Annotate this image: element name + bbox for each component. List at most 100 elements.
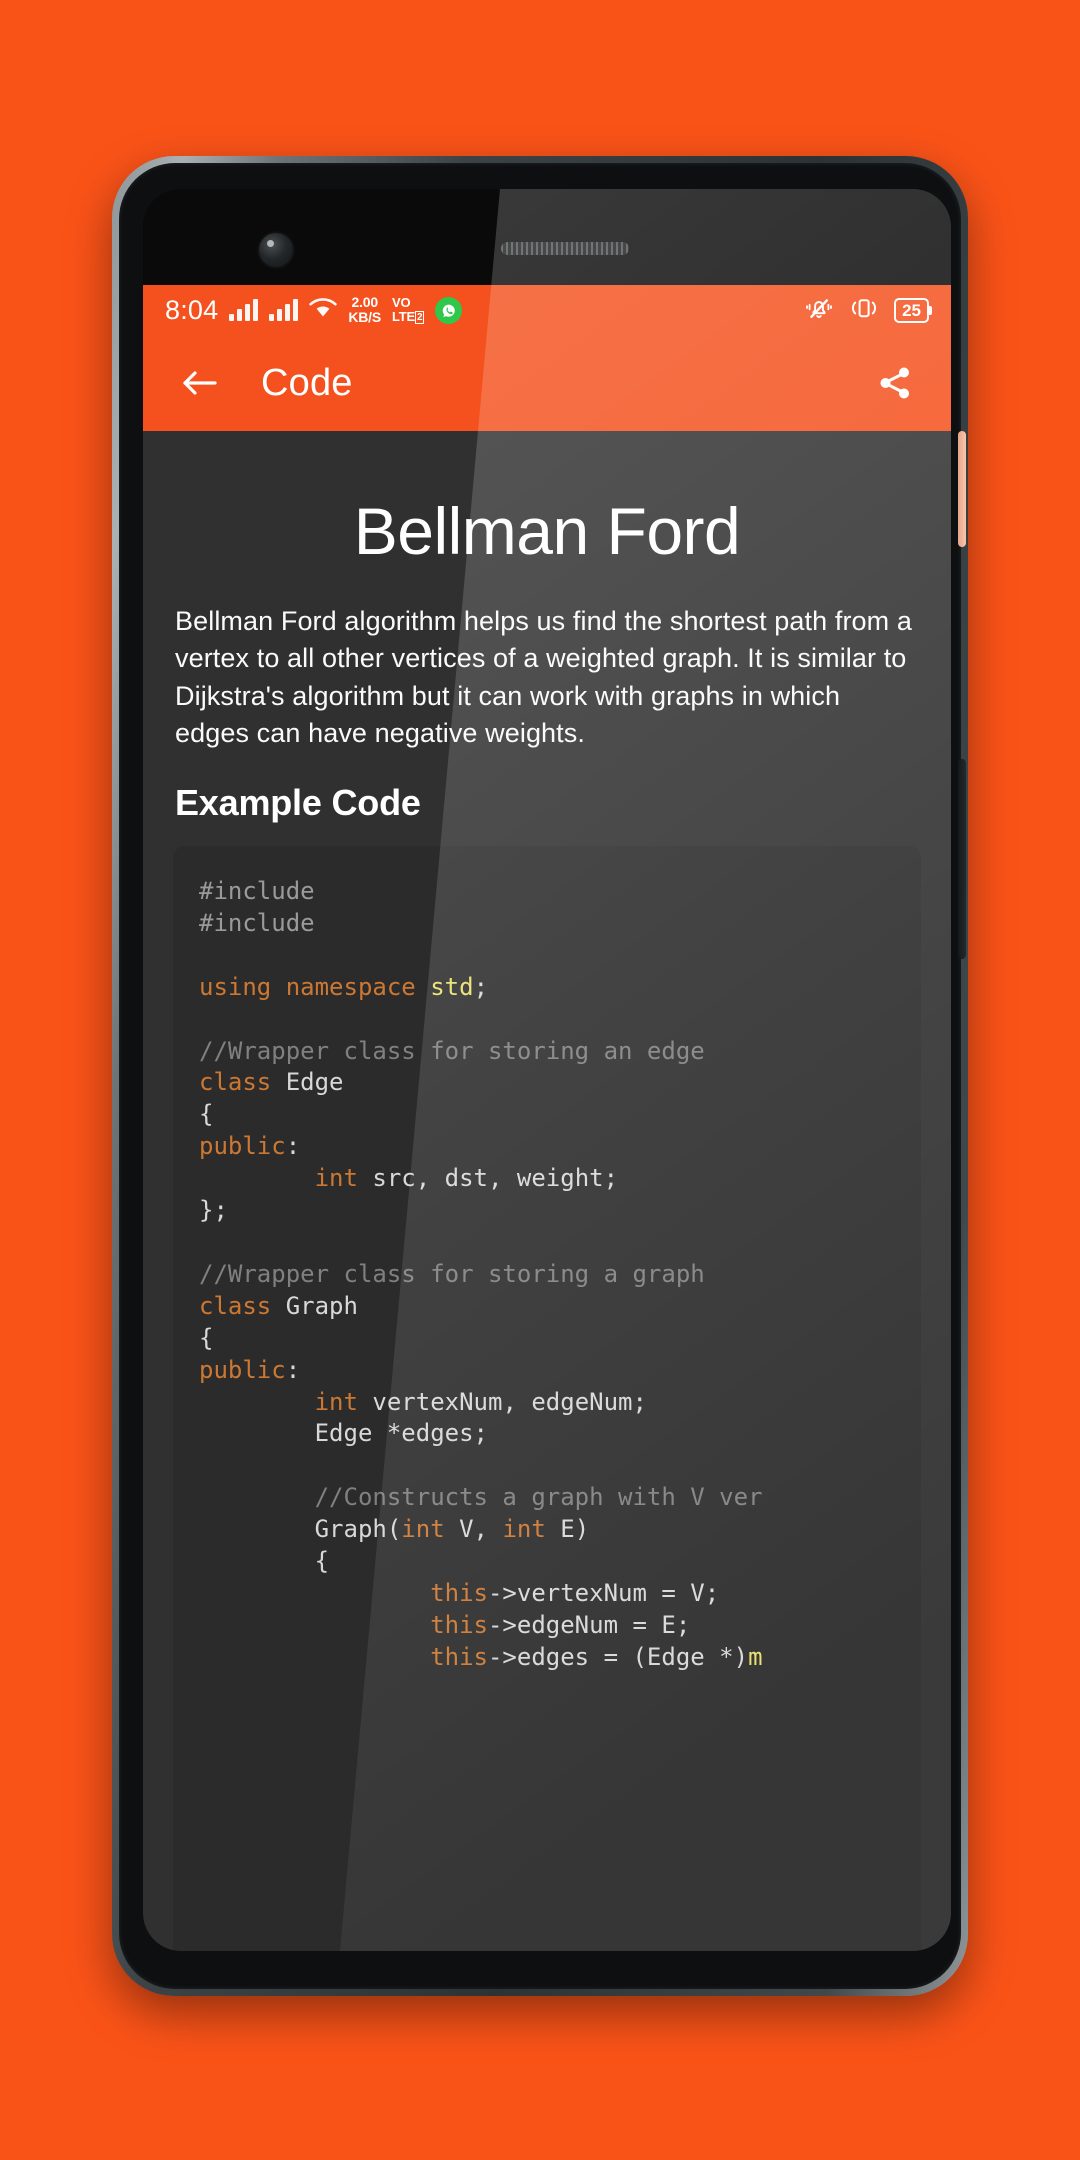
code-token: ->vertexNum = V;: [487, 1578, 720, 1607]
article-content: Bellman Ford Bellman Ford algorithm help…: [143, 431, 951, 1951]
wifi-icon: [309, 297, 338, 324]
code-token: class: [199, 1068, 272, 1097]
code-token: std: [430, 972, 474, 1001]
earpiece-speaker-icon: [501, 242, 629, 255]
code-token: class: [199, 1291, 272, 1320]
code-line: #include: [199, 909, 315, 937]
code-line: this->vertexNum = V;: [199, 1579, 719, 1607]
code-token: #include: [199, 877, 315, 905]
code-token: int: [401, 1515, 445, 1544]
phone-screen: 8:04 2.00 KB/S VO LTE 2 25 Code Bellman …: [143, 189, 951, 1951]
code-line: //Wrapper class for storing a graph: [199, 1260, 705, 1288]
code-token: src, dst, weight;: [357, 1164, 619, 1193]
code-token: :: [285, 1132, 301, 1161]
code-token: Edge *edges;: [199, 1419, 488, 1448]
code-block[interactable]: #include #include using namespace std; /…: [173, 846, 921, 1951]
code-token: Graph: [271, 1291, 358, 1320]
code-line: Graph(int V, int E): [199, 1515, 590, 1544]
volte-indicator: VO LTE 2: [392, 295, 425, 324]
code-token: Edge: [271, 1068, 344, 1097]
vibrate-icon: [847, 295, 881, 326]
bell-muted-icon: [804, 295, 834, 326]
code-token: Graph(: [199, 1515, 402, 1544]
notch-area: [143, 189, 951, 285]
code-line: class Graph: [199, 1292, 358, 1320]
code-line: public:: [199, 1356, 300, 1384]
code-token: int: [314, 1164, 358, 1193]
code-token: namespace: [285, 972, 416, 1001]
code-token: this: [430, 1578, 488, 1607]
code-line: //Constructs a graph with V ver: [199, 1483, 763, 1511]
code-token: E): [545, 1515, 590, 1544]
code-token: this: [430, 1610, 488, 1639]
share-button[interactable]: [869, 357, 921, 409]
code-line: //Wrapper class for storing an edge: [199, 1037, 705, 1065]
whatsapp-icon: [435, 296, 463, 324]
volume-rocker-button[interactable]: [958, 759, 966, 959]
code-token: {: [199, 1100, 214, 1129]
code-line: Edge *edges;: [199, 1419, 488, 1447]
code-line: public:: [199, 1132, 300, 1160]
code-token: //Constructs a graph with V ver: [314, 1483, 763, 1512]
battery-level-label: 25: [902, 300, 921, 320]
volte-sim-number: 2: [415, 311, 425, 324]
phone-body: 8:04 2.00 KB/S VO LTE 2 25 Code Bellman …: [119, 163, 966, 1989]
code-token: {: [199, 1323, 214, 1352]
code-token: //Wrapper class for storing an edge: [199, 1036, 705, 1065]
power-button[interactable]: [958, 431, 966, 547]
code-token: ->edgeNum = E;: [487, 1610, 691, 1639]
network-speed-value: 2.00: [351, 294, 378, 310]
code-line: };: [199, 1196, 228, 1224]
front-camera-icon: [259, 233, 293, 267]
back-button[interactable]: [173, 357, 225, 409]
network-speed-indicator: 2.00 KB/S: [348, 295, 381, 325]
code-line: this->edges = (Edge *)m: [199, 1642, 763, 1671]
code-token: ;: [473, 972, 489, 1001]
code-token: ->edges = (Edge *): [487, 1642, 749, 1671]
code-line: {: [199, 1100, 213, 1128]
battery-icon: 25: [894, 297, 932, 323]
algorithm-description: Bellman Ford algorithm helps us find the…: [175, 606, 912, 748]
status-bar: 8:04 2.00 KB/S VO LTE 2 25: [143, 285, 951, 335]
code-token: :: [285, 1355, 301, 1384]
status-bar-left: 8:04 2.00 KB/S VO LTE 2: [165, 294, 463, 326]
code-line: {: [199, 1547, 329, 1575]
code-line: class Edge: [199, 1068, 344, 1096]
code-line: using namespace std;: [199, 973, 488, 1001]
code-line: this->edgeNum = E;: [199, 1611, 690, 1639]
app-bar: Code: [143, 335, 951, 431]
status-bar-right: 25: [804, 295, 932, 326]
app-bar-title: Code: [261, 361, 353, 404]
status-bar-clock: 8:04: [165, 294, 219, 325]
code-token: vertexNum, edgeNum;: [357, 1387, 647, 1416]
code-token: int: [314, 1387, 358, 1416]
code-token: #include: [199, 908, 315, 937]
code-token: public: [199, 1132, 286, 1161]
code-token: V,: [444, 1515, 503, 1544]
phone-frame: 8:04 2.00 KB/S VO LTE 2 25 Code Bellman …: [112, 156, 968, 1996]
page-title: Bellman Ford: [353, 494, 741, 568]
code-token: //Wrapper class for storing a graph: [199, 1259, 705, 1288]
code-token: };: [199, 1196, 228, 1225]
code-line: {: [199, 1324, 213, 1352]
volte-line-1: VO: [392, 295, 411, 310]
code-token: int: [502, 1515, 546, 1544]
network-speed-unit: KB/S: [348, 309, 382, 325]
signal-bars-icon-sim2: [269, 299, 299, 321]
volte-line-2: LTE: [392, 309, 416, 324]
code-line: int vertexNum, edgeNum;: [199, 1388, 647, 1416]
code-token: {: [199, 1547, 330, 1576]
code-token: this: [430, 1642, 488, 1671]
code-token: public: [199, 1355, 286, 1384]
code-line: #include: [199, 877, 315, 905]
code-token: m: [748, 1642, 763, 1671]
code-token: using: [199, 972, 272, 1001]
